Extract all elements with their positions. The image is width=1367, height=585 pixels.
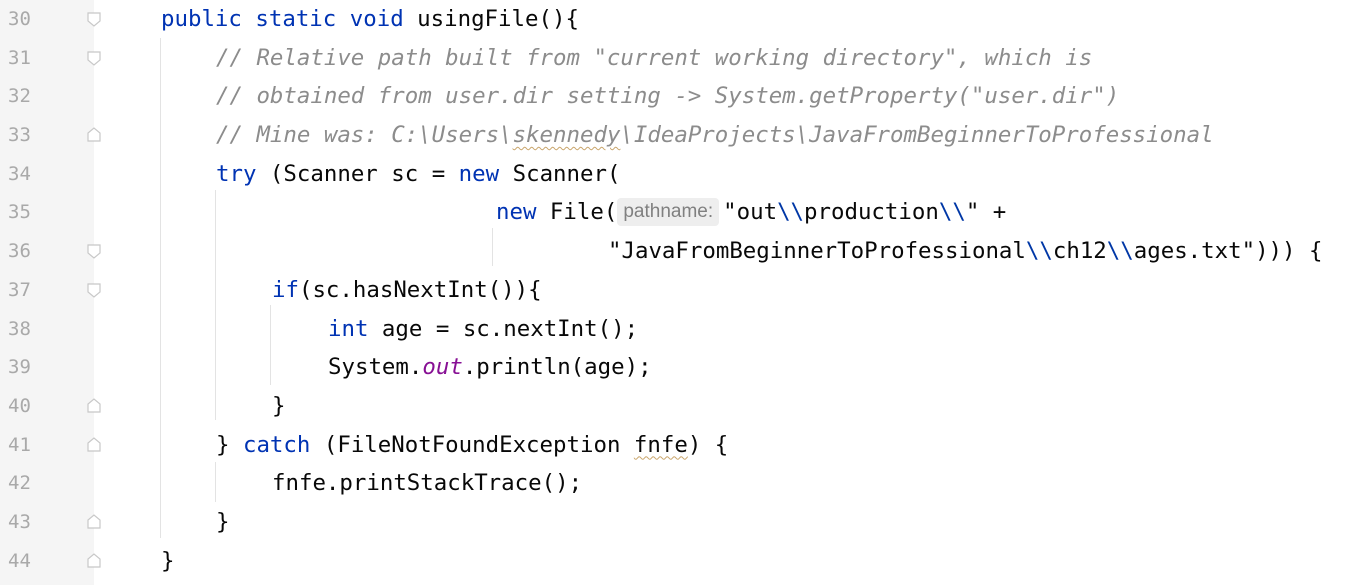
string-literal: "out: [723, 199, 778, 226]
code-line[interactable]: 42 fnfe.printStackTrace();: [0, 464, 1367, 503]
code-text: }: [216, 503, 229, 542]
fold-close-icon[interactable]: [85, 126, 103, 144]
string-literal: ch12: [1052, 238, 1107, 265]
code-text: System.out.println(age);: [328, 348, 652, 387]
code-text: public static void usingFile(){: [161, 0, 579, 39]
keyword: try: [216, 160, 257, 187]
code-text: }: [272, 387, 285, 426]
keyword: if: [272, 276, 299, 303]
code-line[interactable]: 41 } catch (FileNotFoundException fnfe) …: [0, 426, 1367, 465]
line-number: 35: [8, 201, 31, 224]
code-text: try (Scanner sc = new Scanner(: [216, 155, 620, 194]
fold-close-icon[interactable]: [85, 397, 103, 415]
line-number: 42: [8, 472, 31, 495]
code-line[interactable]: 37 if(sc.hasNextInt()){: [0, 271, 1367, 310]
line-number: 41: [8, 433, 31, 456]
comment: // Relative path built from "current wor…: [216, 44, 1093, 71]
fold-close-icon[interactable]: [85, 436, 103, 454]
keyword: new: [496, 199, 537, 226]
code-token: (Scanner sc =: [256, 160, 459, 187]
code-text: new File(pathname: "out\\production\\" +: [496, 193, 1006, 232]
escape-sequence: \\: [938, 199, 966, 226]
comment: // obtained from user.dir setting -> Sys…: [216, 83, 1120, 110]
method-declaration: usingFile(){: [417, 6, 579, 32]
code-text: // Mine was: C:\Users\skennedy\IdeaProje…: [216, 116, 1214, 155]
code-token: fnfe.printStackTrace();: [272, 470, 583, 497]
line-number: 38: [8, 317, 31, 340]
code-text: // obtained from user.dir setting -> Sys…: [216, 77, 1119, 116]
keyword: static: [255, 6, 337, 32]
string-literal: ": [965, 199, 980, 226]
line-number: 31: [8, 46, 31, 69]
code-line[interactable]: 33 // Mine was: C:\Users\skennedy\IdeaPr…: [0, 116, 1367, 155]
code-line[interactable]: 43 }: [0, 503, 1367, 542]
code-text: fnfe.printStackTrace();: [272, 464, 582, 503]
keyword: public: [161, 6, 242, 32]
line-number: 43: [8, 510, 31, 533]
code-text: } catch (FileNotFoundException fnfe) {: [216, 426, 728, 465]
code-token: +: [979, 199, 1007, 226]
comment-typo: skennedy: [512, 122, 621, 149]
code-token: ))) {: [1255, 238, 1323, 265]
string-literal: "JavaFromBeginnerToProfessional: [608, 238, 1026, 265]
code-token: }: [216, 508, 230, 535]
line-number: 33: [8, 124, 31, 147]
static-field: out: [422, 354, 463, 381]
code-line[interactable]: 30 public static void usingFile(){: [0, 0, 1367, 39]
code-token: (sc.hasNextInt()){: [298, 276, 542, 303]
escape-sequence: \\: [1025, 238, 1053, 265]
escape-sequence: \\: [1106, 238, 1134, 265]
fold-close-icon[interactable]: [85, 513, 103, 531]
code-token: }: [216, 431, 243, 458]
code-text: if(sc.hasNextInt()){: [272, 271, 542, 310]
fold-close-icon[interactable]: [85, 552, 103, 570]
fold-open-icon[interactable]: [85, 281, 103, 299]
string-literal: production: [804, 199, 939, 226]
code-line[interactable]: 31 // Relative path built from "current …: [0, 39, 1367, 78]
code-text: // Relative path built from "current wor…: [216, 39, 1092, 78]
line-number: 32: [8, 85, 31, 108]
code-token: System.: [328, 354, 423, 381]
code-token: }: [161, 547, 175, 574]
line-number: 39: [8, 356, 31, 379]
keyword: new: [458, 160, 500, 187]
code-line[interactable]: 38 int age = sc.nextInt();: [0, 310, 1367, 349]
code-token: Scanner(: [499, 160, 621, 187]
fold-open-icon[interactable]: [85, 49, 103, 67]
line-number: 34: [8, 162, 31, 185]
code-editor[interactable]: 30 public static void usingFile(){ 31 //…: [0, 0, 1367, 580]
code-line[interactable]: 36 "JavaFromBeginnerToProfessional\\ch12…: [0, 232, 1367, 271]
code-text: int age = sc.nextInt();: [328, 310, 638, 349]
code-token: .println(age);: [462, 354, 652, 381]
line-number: 30: [8, 8, 31, 30]
line-number: 40: [8, 394, 31, 417]
code-line[interactable]: 44 }: [0, 542, 1367, 581]
keyword: int: [328, 315, 369, 342]
line-number: 37: [8, 278, 31, 301]
parameter-hint: pathname:: [617, 198, 720, 227]
code-line[interactable]: 39 System.out.println(age);: [0, 348, 1367, 387]
keyword: catch: [242, 431, 311, 458]
code-line[interactable]: 34 try (Scanner sc = new Scanner(: [0, 155, 1367, 194]
code-line[interactable]: 32 // obtained from user.dir setting -> …: [0, 77, 1367, 116]
code-token: }: [272, 392, 286, 419]
code-token: age = sc.nextInt();: [368, 315, 639, 342]
code-line[interactable]: 40 }: [0, 387, 1367, 426]
comment: \IdeaProjects\JavaFromBeginnerToProfessi…: [620, 122, 1214, 149]
fold-open-icon[interactable]: [85, 10, 103, 28]
comment: // Mine was: C:\Users\: [216, 122, 513, 149]
code-line[interactable]: 35 new File(pathname: "out\\production\\"…: [0, 193, 1367, 232]
escape-sequence: \\: [777, 199, 805, 226]
line-number: 36: [8, 240, 31, 263]
code-text: "JavaFromBeginnerToProfessional\\ch12\\a…: [608, 232, 1322, 271]
code-token: ) {: [687, 431, 729, 458]
line-number: 44: [8, 549, 31, 572]
code-token: (FileNotFoundException: [310, 431, 634, 458]
keyword: void: [349, 6, 404, 32]
string-literal: ages.txt": [1133, 238, 1256, 265]
code-token: File(: [536, 199, 618, 226]
variable-typo: fnfe: [633, 431, 688, 458]
fold-open-icon[interactable]: [85, 242, 103, 260]
code-text: }: [161, 542, 174, 581]
